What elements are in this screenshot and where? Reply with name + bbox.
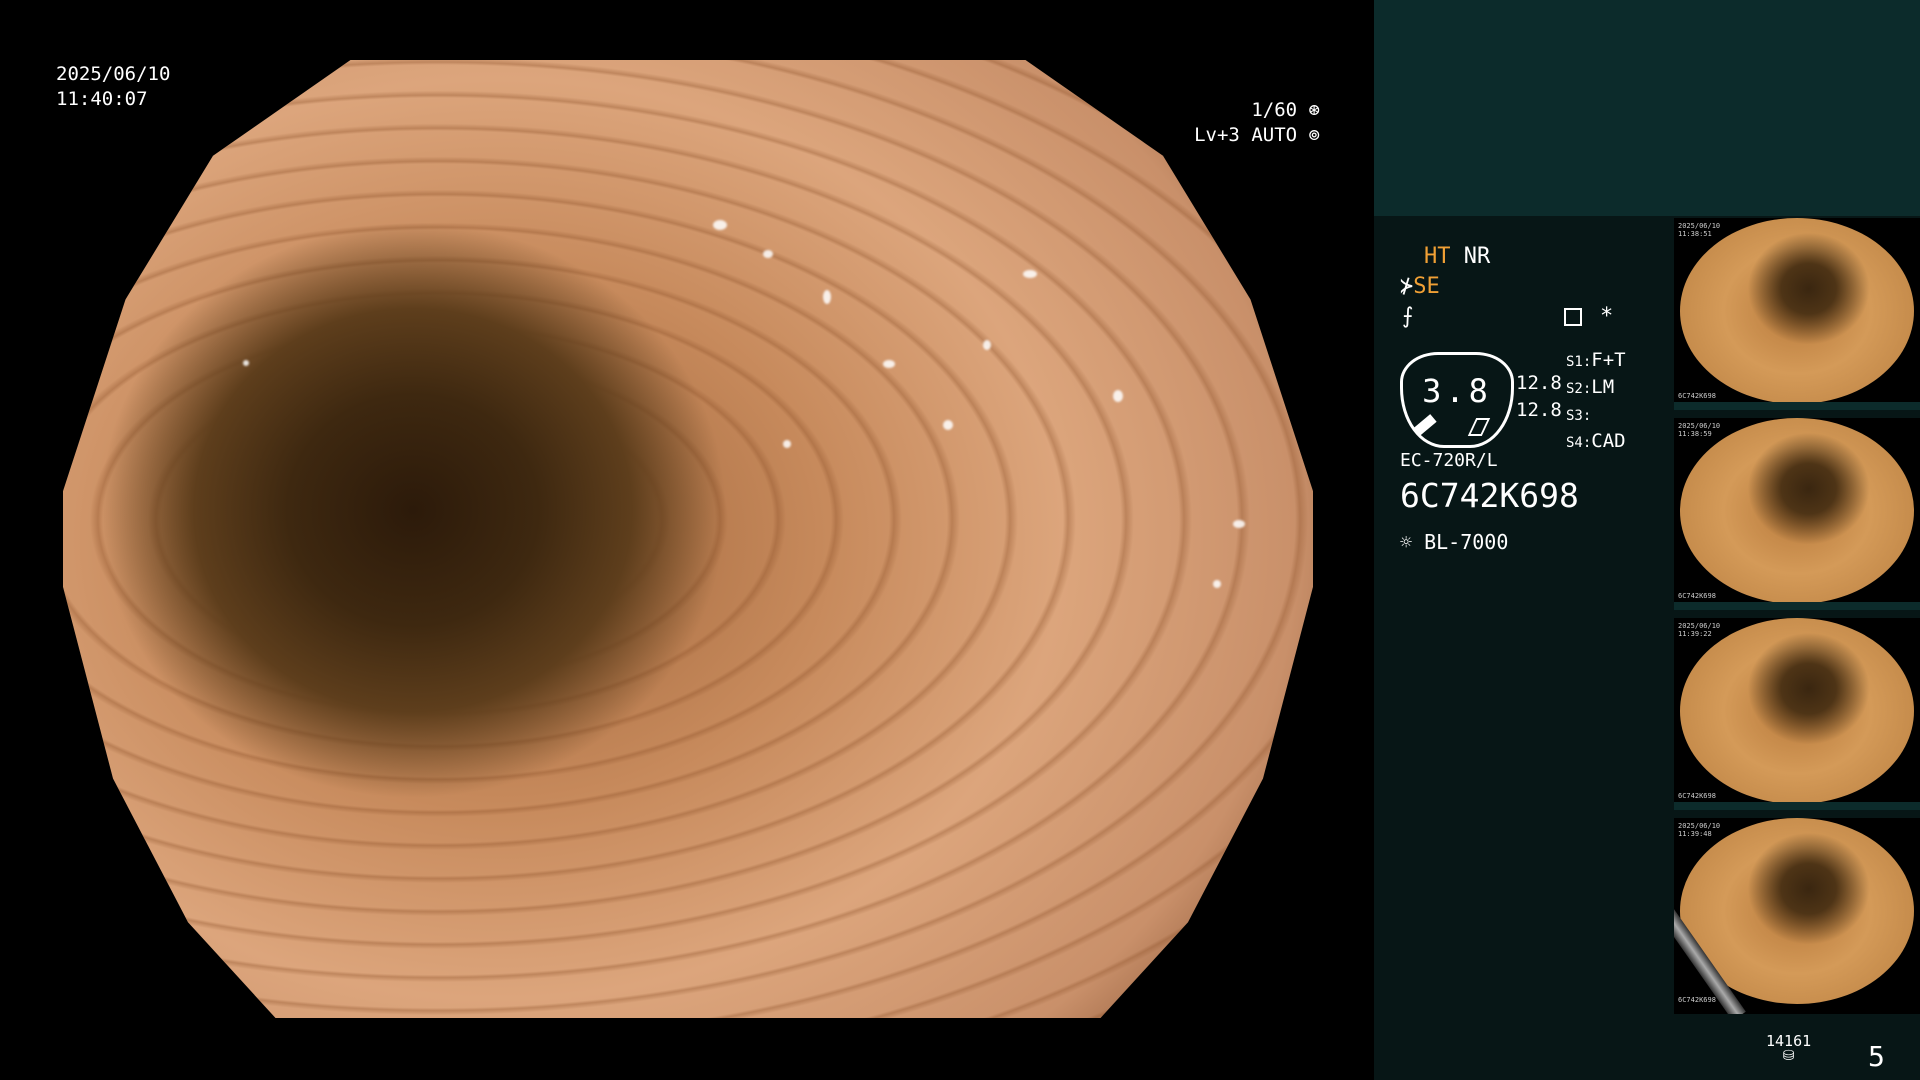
settings-icon xyxy=(1564,308,1582,326)
gain-top: 12.8 xyxy=(1516,372,1562,394)
gain-bottom: 12.8 xyxy=(1516,399,1562,421)
mode-se: SE xyxy=(1413,274,1440,299)
mode-se-row: ⊁SE xyxy=(1400,274,1440,299)
thumbnail-image xyxy=(1680,618,1914,804)
mode-ht: HT xyxy=(1424,244,1451,269)
switch-s4: S4:CAD xyxy=(1566,430,1626,452)
light-source: BL-7000 xyxy=(1424,530,1509,554)
thumbnail-1[interactable]: 2025/06/10 11:38:51 6C742K698 xyxy=(1674,218,1920,410)
info-panel xyxy=(1374,216,1672,1080)
info-panel-header xyxy=(1374,0,1920,216)
iris-icon: ⊚ xyxy=(1308,124,1320,146)
thumbnail-4[interactable]: 2025/06/10 11:39:48 6C742K698 xyxy=(1674,818,1920,1014)
thumbnail-2[interactable]: 2025/06/10 11:38:59 6C742K698 xyxy=(1674,418,1920,610)
exam-time: 11:40:07 xyxy=(56,88,148,110)
switch-s2: S2:LM xyxy=(1566,376,1615,398)
exposure-mode: AUTO xyxy=(1251,124,1298,146)
thumbnail-image xyxy=(1680,418,1914,604)
exposure-overlay: 1/60 ⊛ Lv+3 AUTO ⊚ xyxy=(1194,98,1320,148)
switch-s3: S3: xyxy=(1566,408,1592,424)
endoscope-live-view xyxy=(63,60,1313,1018)
thumbnail-3[interactable]: 2025/06/10 11:39:22 6C742K698 xyxy=(1674,618,1920,810)
exam-date: 2025/06/10 xyxy=(56,63,171,85)
color-tone-icon: ⨍ xyxy=(1402,304,1414,329)
date-time-overlay: 2025/06/10 11:40:07 xyxy=(56,62,170,112)
switch-s1: S1:F+T xyxy=(1566,349,1626,371)
exposure-level: Lv+3 xyxy=(1194,124,1240,146)
storage-counter: 14161 ⛁ xyxy=(1766,1032,1811,1064)
scope-model: EC-720R/L xyxy=(1400,450,1498,471)
storage-disk-icon: ⛁ xyxy=(1782,1048,1795,1064)
scope-serial: 6C742K698 xyxy=(1400,476,1579,515)
aperture-icon: ⊛ xyxy=(1308,99,1320,121)
mode-nr: NR xyxy=(1463,244,1491,269)
asterisk-indicator: * xyxy=(1600,304,1614,329)
thumbnail-image xyxy=(1680,218,1914,404)
captured-count: 5 xyxy=(1868,1040,1885,1073)
brightness-value: 3.8 xyxy=(1422,372,1492,410)
light-icon: ☼ xyxy=(1400,530,1413,554)
mode-ht-nr: HT NR xyxy=(1424,244,1490,269)
scope-switches: S1:F+T S2:LM S3: S4:CAD xyxy=(1566,348,1626,456)
structure-enhance-icon: ⊁ xyxy=(1400,274,1414,299)
gain-values: 12.8 12.8 xyxy=(1516,370,1562,424)
shutter-speed: 1/60 xyxy=(1251,99,1298,121)
light-source-row: ☼ BL-7000 xyxy=(1400,530,1508,554)
